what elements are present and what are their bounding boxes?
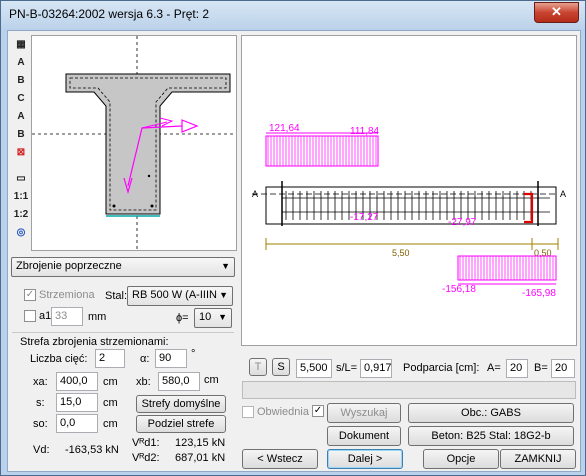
- a1-checkbox[interactable]: [24, 310, 36, 322]
- main-window: PN-B-03264:2002 wersja 6.3 - Pręt: 2 ✕ ▦…: [0, 0, 586, 476]
- section-label-right: A: [560, 189, 566, 199]
- alpha-unit: °: [191, 348, 196, 360]
- alpha-label: α:: [140, 353, 150, 365]
- cuts-label: Liczba cięć:: [30, 353, 88, 365]
- zone-title: Strefa zbrojenia strzemionami:: [20, 336, 169, 348]
- alpha-field[interactable]: 90: [155, 349, 187, 368]
- grid-tool-icon[interactable]: ▦: [12, 37, 30, 53]
- diagram-value-bottom-right: -165,98: [522, 288, 556, 299]
- s-label: s:: [36, 397, 45, 409]
- next-button[interactable]: Dalej >: [327, 449, 403, 469]
- steel-select-value: RB 500 W (A-IIIN: [132, 289, 217, 301]
- support-label: Podparcia [cm]:: [403, 362, 480, 374]
- cuts-field[interactable]: 2: [95, 349, 125, 368]
- vrd2-value: 687,01 kN: [175, 452, 226, 464]
- dialog-client: ▦ A B C A B ⊠ ▭ 1:1 1:2 ◎ Zbrojenie poprzeczne ▼ ✓: [7, 30, 581, 472]
- mode-select-value: Zbrojenie poprzeczne: [16, 260, 122, 272]
- support-b-label: B=: [534, 362, 548, 374]
- diagram-value-top-right: 111,84: [350, 126, 380, 137]
- search-checkbox[interactable]: ✓: [312, 405, 324, 417]
- options-button[interactable]: Opcje: [423, 449, 499, 469]
- stirrup-checkbox-label: Strzemiona: [39, 289, 95, 301]
- xa-unit: cm: [103, 376, 118, 388]
- steel-label: Stal:: [105, 290, 128, 302]
- support-a-label: A=: [487, 362, 501, 374]
- divider: [12, 332, 234, 333]
- close-button[interactable]: ZAMKNIJ: [500, 449, 576, 469]
- section-label-left: A: [252, 189, 258, 199]
- position-field[interactable]: 5,500: [296, 359, 332, 378]
- a1-label: a1: [39, 310, 52, 322]
- a-tool-icon[interactable]: A: [12, 55, 30, 71]
- a1-unit: mm: [88, 311, 107, 323]
- so-label: so:: [33, 418, 48, 430]
- mode-select[interactable]: Zbrojenie poprzeczne ▼: [11, 257, 235, 277]
- shear-diagram-panel[interactable]: 121,64 111,84 A A -17,27 -27,97 5,50 0,5…: [241, 35, 577, 346]
- document-button[interactable]: Dokument: [327, 426, 401, 446]
- window-title: PN-B-03264:2002 wersja 6.3 - Pręt: 2: [9, 7, 210, 21]
- chevron-down-icon: ▼: [218, 312, 227, 322]
- so-field[interactable]: 0,0: [56, 414, 98, 433]
- horizontal-scrollbar[interactable]: [242, 381, 576, 399]
- xa-label: xa:: [33, 376, 48, 388]
- diagram-value-bottom-left: -156,18: [442, 284, 476, 295]
- a2-tool-icon[interactable]: A: [12, 109, 30, 125]
- phi-label: ϕ=: [176, 312, 189, 324]
- shear-diagram: 121,64 111,84 A A -17,27 -27,97 5,50 0,5…: [252, 123, 566, 299]
- b2-tool-icon[interactable]: B: [12, 127, 30, 143]
- envelope-checkbox[interactable]: [242, 406, 254, 418]
- default-zones-button[interactable]: Strefy domyślne: [136, 395, 226, 413]
- phi-select-value: 10: [199, 311, 212, 323]
- vrd1-value: 123,15 kN: [175, 437, 226, 449]
- s-field[interactable]: 15,0: [56, 393, 98, 412]
- chevron-down-icon: ▼: [221, 261, 230, 271]
- search-button[interactable]: Wyszukaj: [327, 403, 401, 423]
- split-zone-button[interactable]: Podziel strefe: [136, 415, 226, 433]
- xa-field[interactable]: 400,0: [56, 372, 98, 391]
- xb-field[interactable]: 580,0: [158, 372, 200, 391]
- xb-unit: cm: [204, 374, 219, 386]
- xb-label: xb:: [136, 376, 151, 388]
- window-close-button[interactable]: ✕: [534, 2, 579, 23]
- delete-tool-icon[interactable]: ⊠: [12, 145, 30, 161]
- scale-1-2-icon[interactable]: 1:2: [12, 207, 30, 223]
- sl-field[interactable]: 0,917: [360, 359, 392, 378]
- vrd1-label: Vᴿd1:: [132, 437, 160, 449]
- dimension-main: 5,50: [392, 248, 410, 258]
- support-b-field[interactable]: 20: [551, 359, 575, 378]
- vd-label: Vd:: [33, 444, 50, 456]
- vd-value: -163,53 kN: [65, 444, 119, 456]
- c-tool-icon[interactable]: C: [12, 91, 30, 107]
- diagram-value-mid-left: -17,27: [350, 212, 379, 223]
- cross-section-panel[interactable]: [31, 35, 237, 251]
- target-tool-icon[interactable]: ◎: [12, 225, 30, 241]
- vrd2-label: Vᴿd2:: [132, 452, 160, 464]
- t-button[interactable]: T: [249, 358, 267, 376]
- title-bar: PN-B-03264:2002 wersja 6.3 - Pręt: 2 ✕: [1, 1, 585, 29]
- stirrup-checkbox[interactable]: ✓: [24, 289, 36, 301]
- s-unit: cm: [103, 397, 118, 409]
- phi-select[interactable]: 10 ▼: [194, 308, 232, 328]
- so-unit: cm: [103, 418, 118, 430]
- steel-select[interactable]: RB 500 W (A-IIIN ▼: [127, 286, 233, 306]
- sl-label: s/L=: [336, 362, 358, 374]
- scale-1-1-icon[interactable]: 1:1: [12, 189, 30, 205]
- back-button[interactable]: < Wstecz: [242, 449, 318, 469]
- support-a-field[interactable]: 20: [506, 359, 528, 378]
- cross-section-drawing: [32, 36, 236, 250]
- chevron-down-icon: ▼: [219, 290, 228, 300]
- b-tool-icon[interactable]: B: [12, 73, 30, 89]
- s-button[interactable]: S: [272, 358, 290, 376]
- diagram-value-top-left: 121,64: [269, 123, 300, 134]
- envelope-label: Obwiednia: [257, 406, 309, 418]
- a1-field[interactable]: 33: [51, 307, 83, 326]
- materials-button[interactable]: Beton: B25 Stal: 18G2-b: [408, 426, 574, 446]
- diagram-value-mid-right: -27,97: [448, 217, 477, 228]
- ruler-tool-icon[interactable]: ▭: [12, 171, 30, 187]
- load-button[interactable]: Obc.: GABS: [408, 403, 574, 423]
